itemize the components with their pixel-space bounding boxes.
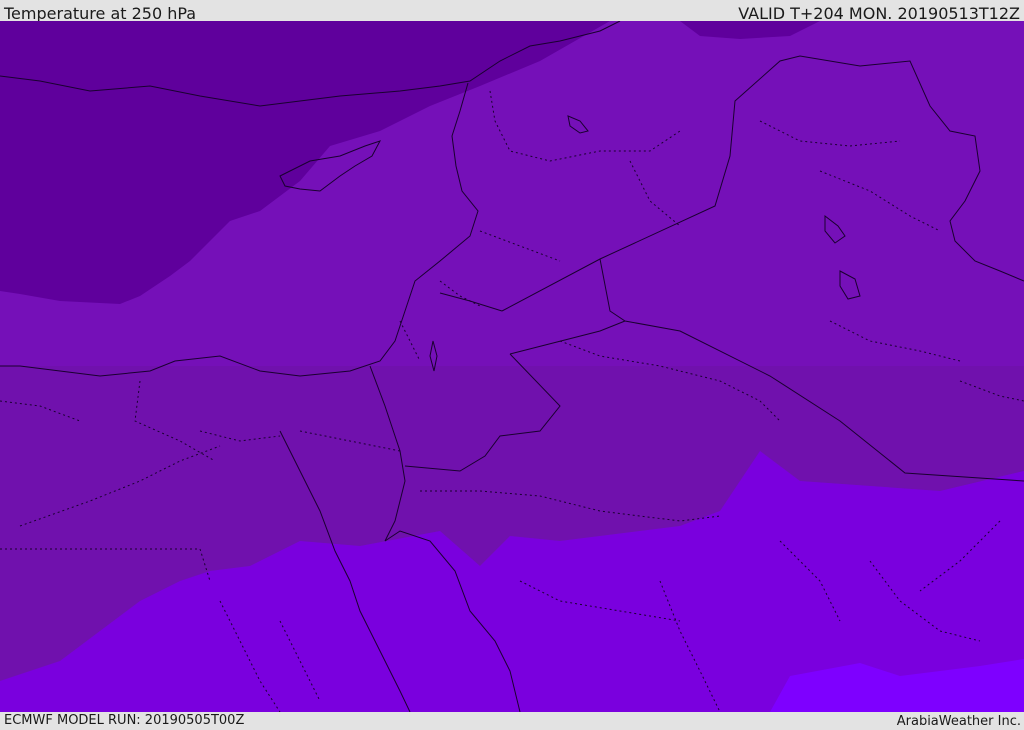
credit: ArabiaWeather Inc. <box>896 714 1021 729</box>
map-footer: ECMWF MODEL RUN: 20190505T00Z ArabiaWeat… <box>0 712 1024 729</box>
map-canvas <box>0 21 1024 712</box>
map-header: Temperature at 250 hPa VALID T+204 MON. … <box>0 0 1024 23</box>
temperature-map[interactable] <box>0 21 1024 712</box>
model-run: ECMWF MODEL RUN: 20190505T00Z <box>4 713 245 728</box>
